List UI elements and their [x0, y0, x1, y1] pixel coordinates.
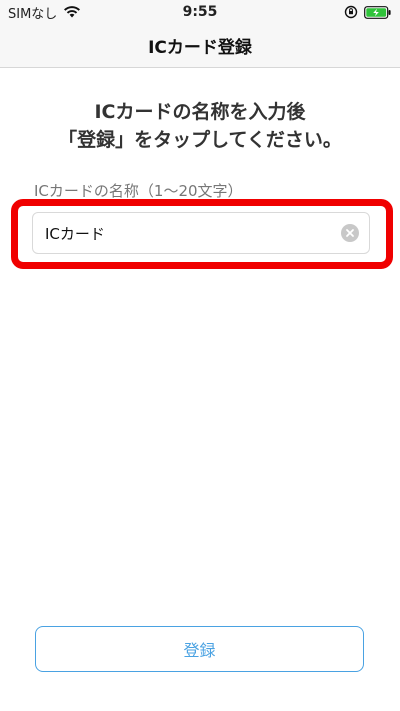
card-name-input[interactable]: [43, 212, 333, 254]
clear-icon[interactable]: [341, 224, 359, 242]
status-right: [344, 5, 392, 19]
navigation-bar: ICカード登録: [0, 24, 400, 68]
instruction-line-2: 「登録」をタップしてください。: [58, 129, 342, 151]
battery-charging-icon: [364, 5, 392, 19]
card-name-label: ICカードの名称（1〜20文字）: [34, 182, 243, 200]
carrier-label: SIMなし: [8, 6, 58, 22]
page-title: ICカード登録: [148, 38, 252, 58]
status-bar: SIMなし 9:55: [0, 0, 400, 24]
register-button[interactable]: 登録: [35, 626, 364, 672]
wifi-icon: [63, 6, 81, 18]
instruction-line-1: ICカードの名称を入力後: [94, 101, 306, 123]
card-name-field[interactable]: [32, 212, 370, 254]
rotation-lock-icon: [344, 5, 358, 19]
status-left: SIMなし: [8, 3, 81, 22]
instruction-text: ICカードの名称を入力後 「登録」をタップしてください。: [0, 98, 400, 154]
